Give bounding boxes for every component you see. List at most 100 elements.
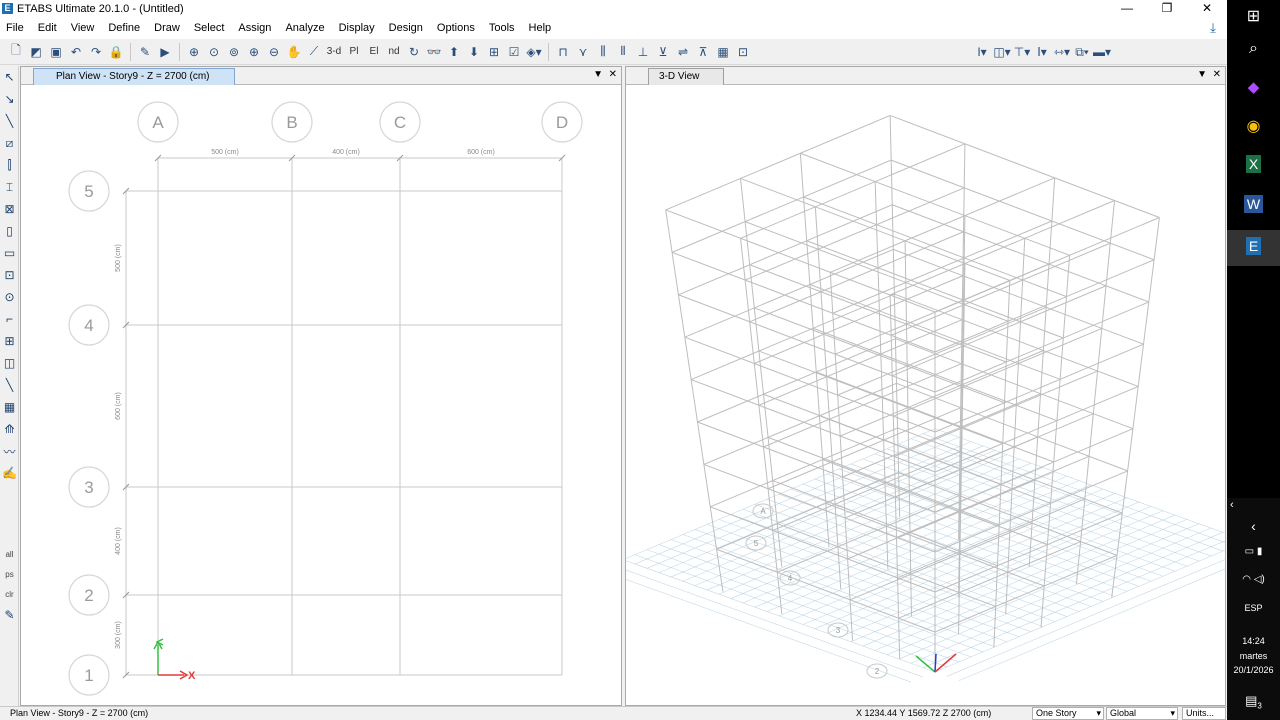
coordinate-system-selector[interactable]: Global ▾ <box>1106 707 1178 720</box>
elevation-view-button[interactable]: El <box>364 42 384 62</box>
menu-define[interactable]: Define <box>102 22 148 34</box>
draw-dimension-icon[interactable]: ◫ <box>0 352 19 374</box>
menu-edit[interactable]: Edit <box>32 22 65 34</box>
view-3d-tab[interactable]: 3-D View <box>648 68 724 85</box>
pane-menu-icon[interactable]: ▼ <box>1197 69 1207 80</box>
move-up-icon[interactable]: ⬆ <box>444 42 464 62</box>
select-all-icon[interactable]: all <box>0 544 19 564</box>
draw-point-icon[interactable]: ⊙ <box>0 286 19 308</box>
draw-reference-icon[interactable]: ╲ <box>0 374 19 396</box>
area-icon[interactable]: ▦ <box>713 42 733 62</box>
etabs-taskbar-icon[interactable]: E <box>1227 230 1280 266</box>
column-icon[interactable]: ⫼ <box>593 42 613 62</box>
menu-file[interactable]: File <box>0 22 32 34</box>
pencil-icon[interactable]: ✎ <box>135 42 155 62</box>
undo-icon[interactable]: ↶ <box>66 42 86 62</box>
zoom-fit-icon[interactable]: ⊚ <box>224 42 244 62</box>
dimension-icon[interactable]: ⇿▾ <box>1052 42 1072 62</box>
view-3d-canvas[interactable]: A 5 4 3 2 <box>626 86 1226 706</box>
spring-icon[interactable]: ⊼ <box>693 42 713 62</box>
word-icon[interactable]: W <box>1227 195 1280 213</box>
nd-view-button[interactable]: nd <box>384 42 404 62</box>
measure-icon[interactable]: ⟋ <box>304 42 324 62</box>
view-3d-button[interactable]: 3-d <box>324 42 344 62</box>
snap-icon[interactable]: ✎ <box>0 604 19 626</box>
building-view-options-icon[interactable]: ◈▾ <box>524 42 544 62</box>
reshape-icon[interactable]: ↘ <box>0 88 19 110</box>
draw-wall-icon[interactable]: ⌶ <box>0 176 19 198</box>
save-icon[interactable]: ▣ <box>46 42 66 62</box>
menu-select[interactable]: Select <box>188 22 233 34</box>
move-down-icon[interactable]: ⬇ <box>464 42 484 62</box>
layers-app-icon[interactable]: ◆ <box>1227 78 1280 96</box>
line-style-icon[interactable]: ▬▾ <box>1092 42 1112 62</box>
draw-grid-icon[interactable]: ▦ <box>0 396 19 418</box>
open-icon[interactable]: ◩ <box>26 42 46 62</box>
wifi-volume-icons[interactable]: ◠ ◁) <box>1227 574 1280 585</box>
draw-brace-icon[interactable]: ⊠ <box>0 198 19 220</box>
frame-icon[interactable]: ⊓ <box>553 42 573 62</box>
pane-close-icon[interactable]: ✕ <box>609 69 617 80</box>
battery-mic-icons[interactable]: ▭ ▮ <box>1227 546 1280 557</box>
tee-section-icon[interactable]: ⊤▾ <box>1012 42 1032 62</box>
draw-line-icon[interactable]: ╲ <box>0 110 19 132</box>
draw-section-cut-icon[interactable]: ⊞ <box>0 330 19 352</box>
new-model-icon[interactable]: 🗋 <box>6 42 26 62</box>
i-section-icon[interactable]: Ⅰ▾ <box>1032 42 1052 62</box>
perspective-icon[interactable]: 👓 <box>424 42 444 62</box>
pane-menu-icon[interactable]: ▼ <box>593 69 603 80</box>
zoom-out-icon[interactable]: ⊖ <box>264 42 284 62</box>
plan-view-canvas[interactable]: A B C D54321 500 (cm) 400 (cm) 600 (cm)500 (c… <box>21 86 621 706</box>
copy-icon[interactable]: ⧉▾ <box>1072 42 1092 62</box>
excel-icon[interactable]: X <box>1227 155 1280 173</box>
pan-icon[interactable]: ✋ <box>284 42 304 62</box>
draw-column-icon[interactable]: ⫿ <box>0 154 19 176</box>
chrome-icon[interactable]: ◉ <box>1227 116 1280 136</box>
chevron-left-icon[interactable]: ‹ <box>1227 518 1280 534</box>
menu-options[interactable]: Options <box>431 22 483 34</box>
draw-link-icon[interactable]: ⌐ <box>0 308 19 330</box>
restraint-icon[interactable]: ⊻ <box>653 42 673 62</box>
draw-opening-icon[interactable]: ⊡ <box>0 264 19 286</box>
wall-icon[interactable]: ⊡ <box>733 42 753 62</box>
zoom-restore-icon[interactable]: ⊙ <box>204 42 224 62</box>
previous-selection-icon[interactable]: ps <box>0 564 19 584</box>
brace-icon[interactable]: ⋎ <box>573 42 593 62</box>
pointer-icon[interactable]: ↖ <box>0 66 19 88</box>
draw-floor-icon[interactable]: ▯ <box>0 220 19 242</box>
restore-button[interactable]: ❐ <box>1147 0 1187 17</box>
draw-tendon-icon[interactable]: ⟰ <box>0 418 19 440</box>
download-icon[interactable]: ⤓ <box>1205 20 1221 36</box>
joint-icon[interactable]: ⊥ <box>633 42 653 62</box>
menu-design[interactable]: Design <box>383 22 431 34</box>
beam-icon[interactable]: ⫴ <box>613 42 633 62</box>
zoom-in-icon[interactable]: ⊕ <box>244 42 264 62</box>
minimize-button[interactable]: — <box>1107 0 1147 17</box>
link-icon[interactable]: ⇌ <box>673 42 693 62</box>
story-selector[interactable]: One Story ▾ <box>1032 707 1104 720</box>
section-icon[interactable]: ◫▾ <box>992 42 1012 62</box>
plan-view-button[interactable]: Pl <box>344 42 364 62</box>
clock-time[interactable]: 14:24 <box>1227 636 1280 646</box>
lock-icon[interactable]: 🔒 <box>106 42 126 62</box>
plan-view-tab[interactable]: Plan View - Story9 - Z = 2700 (cm) <box>33 68 235 85</box>
set-display-options-icon[interactable]: ☑ <box>504 42 524 62</box>
menu-display[interactable]: Display <box>333 22 383 34</box>
language-indicator[interactable]: ESP <box>1227 603 1280 613</box>
tray-collapse-icon[interactable]: ‹ <box>1227 499 1280 511</box>
menu-assign[interactable]: Assign <box>232 22 279 34</box>
units-button[interactable]: Units... <box>1182 707 1226 720</box>
pane-close-icon[interactable]: ✕ <box>1213 69 1221 80</box>
redo-icon[interactable]: ↷ <box>86 42 106 62</box>
draw-text-icon[interactable]: ✍ <box>0 462 19 484</box>
draw-beam-icon[interactable]: ⧄ <box>0 132 19 154</box>
notifications-icon[interactable]: ▤3 <box>1227 693 1280 711</box>
menu-analyze[interactable]: Analyze <box>279 22 332 34</box>
draw-rect-floor-icon[interactable]: ▭ <box>0 242 19 264</box>
menu-draw[interactable]: Draw <box>148 22 188 34</box>
clear-selection-icon[interactable]: clr <box>0 584 19 604</box>
draw-curve-icon[interactable]: 〰 <box>0 440 19 462</box>
menu-tools[interactable]: Tools <box>483 22 523 34</box>
zoom-window-icon[interactable]: ⊕ <box>184 42 204 62</box>
text-format-icon[interactable]: I▾ <box>972 42 992 62</box>
